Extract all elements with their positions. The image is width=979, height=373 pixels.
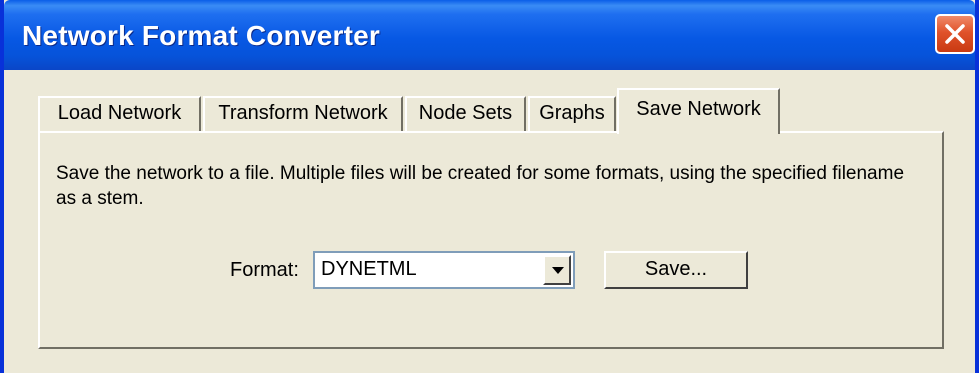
save-button[interactable]: Save... [604, 251, 748, 289]
format-select-value: DYNETML [321, 258, 417, 280]
tab-label: Graphs [539, 102, 605, 124]
tab-label: Node Sets [418, 102, 513, 124]
chevron-down-icon [552, 267, 564, 274]
tab-node-sets[interactable]: Node Sets [405, 96, 526, 132]
close-icon [945, 24, 965, 44]
tab-label: Transform Network [218, 102, 388, 124]
save-description: Save the network to a file. Multiple fil… [56, 163, 905, 209]
close-button[interactable] [935, 14, 975, 54]
format-select[interactable]: DYNETML [313, 251, 575, 289]
format-label: Format: [230, 259, 299, 281]
title-bar[interactable]: Network Format Converter [4, 0, 975, 70]
tab-label: Load Network [57, 102, 182, 124]
tab-save-network[interactable]: Save Network [617, 88, 780, 134]
tab-load-network[interactable]: Load Network [38, 96, 201, 132]
tab-label: Save Network [636, 98, 761, 120]
tab-graphs[interactable]: Graphs [528, 96, 616, 132]
format-dropdown-button[interactable] [543, 255, 571, 285]
window-title: Network Format Converter [22, 20, 380, 51]
tab-transform-network[interactable]: Transform Network [203, 96, 403, 132]
